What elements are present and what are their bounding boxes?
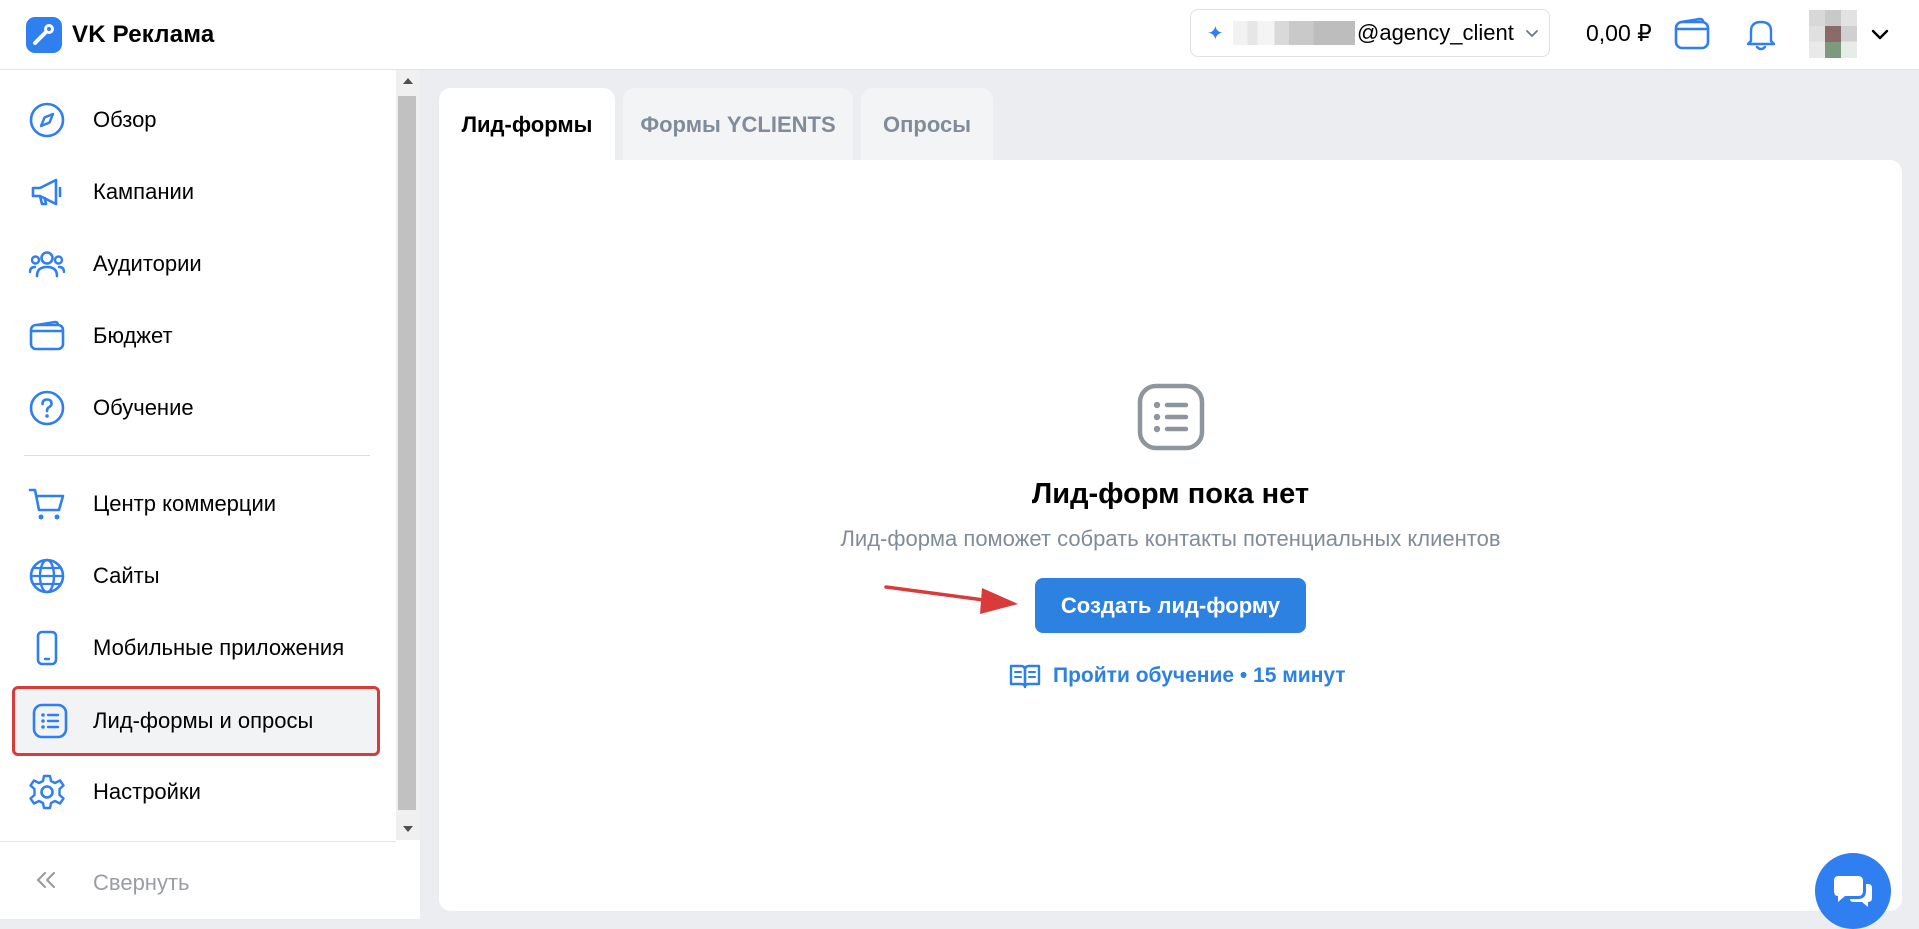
double-chevron-left-icon — [36, 871, 56, 889]
list-icon — [1137, 383, 1205, 451]
sidebar-item-label: Бюджет — [93, 323, 173, 348]
app-logo[interactable]: VK Реклама — [26, 17, 214, 53]
sidebar-item-learning[interactable]: Обучение — [0, 376, 396, 440]
learn-link-text: Пройти обучение • 15 минут — [1053, 664, 1346, 687]
vk-ads-logo-icon — [26, 17, 62, 53]
tab-lead-forms[interactable]: Лид-формы — [439, 88, 615, 162]
sidebar-item-label: Аудитории — [93, 251, 202, 276]
avatar[interactable] — [1809, 10, 1857, 58]
sidebar-item-label: Кампании — [93, 179, 195, 204]
chat-bubbles-icon — [1834, 876, 1872, 907]
sidebar-item-label: Сайты — [93, 563, 160, 588]
tab-yclients-forms[interactable]: Формы YCLIENTS — [623, 88, 853, 162]
empty-state-panel: Лид-форм пока нет Лид-форма поможет собр… — [439, 160, 1902, 911]
phone-icon — [28, 629, 66, 667]
sidebar-item-overview[interactable]: Обзор — [0, 88, 396, 152]
avatar-pixel — [1825, 42, 1841, 58]
book-icon — [1009, 664, 1041, 689]
sidebar-scrollbar[interactable] — [396, 70, 420, 840]
collapse-label: Свернуть — [93, 870, 190, 895]
account-switcher[interactable]: ✦ @agency_client — [1190, 9, 1550, 57]
sidebar-divider — [24, 455, 370, 456]
sidebar-item-sites[interactable]: Сайты — [0, 544, 396, 608]
sidebar-item-campaigns[interactable]: Кампании — [0, 160, 396, 224]
list-icon — [31, 702, 69, 740]
sidebar-item-lead-forms[interactable]: Лид-формы и опросы — [12, 686, 380, 756]
collapse-sidebar-button[interactable]: Свернуть — [0, 842, 420, 919]
empty-state-subtitle: Лид-форма поможет собрать контакты потен… — [840, 526, 1501, 551]
help-circle-icon — [28, 389, 66, 427]
red-arrow-annotation — [884, 585, 1018, 614]
chevron-down-icon — [1525, 30, 1538, 37]
sidebar-item-label: Обзор — [93, 107, 157, 132]
learn-link[interactable]: Пройти обучение • 15 минут — [1009, 660, 1346, 692]
account-name: @agency_client — [1357, 20, 1514, 45]
sidebar-item-settings[interactable]: Настройки — [0, 760, 396, 824]
app-name: VK Реклама — [72, 21, 215, 48]
globe-icon — [28, 557, 66, 595]
wallet-icon — [28, 317, 66, 355]
sidebar-item-audiences[interactable]: Аудитории — [0, 232, 396, 296]
cart-icon — [28, 485, 66, 523]
scroll-down-arrow-icon[interactable] — [403, 826, 413, 832]
sidebar-item-mobile-apps[interactable]: Мобильные приложения — [0, 616, 396, 680]
sidebar: Обзор Кампании Аудитории Бюджет Обучение… — [0, 70, 420, 919]
sparkle-icon: ✦ — [1207, 22, 1224, 45]
empty-state-title: Лид-форм пока нет — [1031, 478, 1310, 510]
sidebar-item-label: Мобильные приложения — [93, 635, 345, 660]
compass-icon — [28, 101, 66, 139]
top-header: VK Реклама ✦ @agency_client 0,00 ₽ — [0, 0, 1919, 70]
users-icon — [28, 245, 66, 283]
tab-surveys[interactable]: Опросы — [861, 88, 993, 162]
blurred-account-id — [1233, 21, 1355, 45]
avatar-pixel — [1825, 26, 1841, 42]
support-chat-button[interactable] — [1815, 853, 1891, 929]
bell-icon[interactable] — [1745, 16, 1777, 52]
gear-icon — [28, 773, 66, 811]
scroll-up-arrow-icon[interactable] — [403, 78, 413, 84]
scroll-thumb[interactable] — [398, 96, 416, 810]
sidebar-item-budget[interactable]: Бюджет — [0, 304, 396, 368]
chevron-down-icon[interactable] — [1870, 26, 1890, 42]
sidebar-item-label: Настройки — [93, 779, 201, 804]
balance-amount[interactable]: 0,00 ₽ — [1586, 20, 1652, 47]
sidebar-item-label: Лид-формы и опросы — [93, 708, 314, 733]
sidebar-item-label: Центр коммерции — [93, 491, 277, 516]
wallet-icon[interactable] — [1673, 16, 1711, 52]
megaphone-icon — [28, 173, 66, 211]
sidebar-item-label: Обучение — [93, 395, 194, 420]
create-lead-form-button[interactable]: Создать лид-форму — [1035, 578, 1306, 633]
sidebar-item-commerce[interactable]: Центр коммерции — [0, 472, 396, 536]
